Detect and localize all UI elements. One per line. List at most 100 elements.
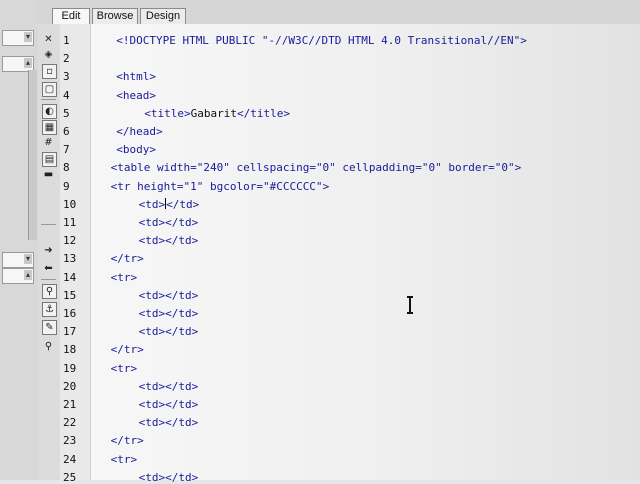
code-token: <td></td> bbox=[138, 398, 199, 411]
code-token: <table bbox=[110, 161, 157, 175]
line-number: 2 bbox=[63, 52, 70, 66]
line-number: 24 bbox=[63, 452, 77, 466]
toolbar-divider bbox=[41, 224, 56, 225]
code-token: Gabarit bbox=[190, 106, 237, 120]
code-line[interactable]: <html> bbox=[116, 70, 156, 83]
arrow-right-icon[interactable]: ➜ bbox=[42, 244, 55, 257]
code-line[interactable]: <tr> bbox=[111, 453, 138, 466]
line-number: 10 bbox=[63, 197, 77, 211]
panel-dropdown-1[interactable]: ▾ bbox=[2, 30, 34, 46]
window-icon[interactable]: ▢ bbox=[42, 82, 57, 97]
code-line[interactable]: <table width="240" cellspacing="0" cellp… bbox=[111, 161, 522, 174]
panel-dropdown-3[interactable]: ▾ bbox=[2, 252, 34, 268]
code-line[interactable]: <td></td> bbox=[138, 197, 199, 211]
code-token: </title> bbox=[236, 106, 290, 120]
code-token: > bbox=[514, 161, 522, 175]
tab-browse[interactable]: Browse bbox=[92, 8, 138, 24]
code-line[interactable]: <td></td> bbox=[139, 471, 199, 484]
arrow-left-icon[interactable]: ⬅ bbox=[42, 262, 55, 275]
line-number: 1 bbox=[63, 34, 70, 47]
code-token: <tr> bbox=[110, 361, 138, 375]
code-token: </head> bbox=[116, 125, 163, 138]
code-token: <head> bbox=[116, 88, 156, 102]
chevron-down-icon: ▾ bbox=[24, 254, 32, 264]
code-token: <body> bbox=[116, 143, 156, 157]
line-number: 11 bbox=[63, 216, 77, 229]
line-number: 13 bbox=[63, 252, 77, 266]
code-token: > bbox=[322, 179, 330, 193]
code-token: <tr> bbox=[110, 452, 138, 466]
code-line[interactable]: </head> bbox=[116, 125, 162, 138]
search-icon[interactable]: ⚲ bbox=[42, 340, 55, 353]
code-line[interactable]: <tr> bbox=[111, 362, 138, 375]
table-icon[interactable]: ▦ bbox=[42, 120, 57, 135]
code-token: "#CCCCCC" bbox=[262, 179, 323, 193]
line-number: 18 bbox=[63, 343, 77, 357]
code-line[interactable]: <!DOCTYPE HTML PUBLIC "-//W3C//DTD HTML … bbox=[116, 34, 527, 47]
code-line[interactable]: <td></td> bbox=[139, 234, 199, 247]
line-number: 7 bbox=[63, 143, 70, 157]
code-token: <td></td> bbox=[138, 216, 199, 229]
code-line[interactable]: <td></td> bbox=[139, 398, 199, 411]
line-number: 21 bbox=[63, 398, 77, 411]
script-icon[interactable]: ✎ bbox=[42, 320, 57, 335]
code-line[interactable]: <td></td> bbox=[139, 416, 199, 429]
image-icon[interactable]: ◐ bbox=[42, 104, 57, 119]
code-token: "0" bbox=[315, 161, 336, 175]
code-editor[interactable]: <!DOCTYPE HTML PUBLIC "-//W3C//DTD HTML … bbox=[91, 24, 640, 484]
code-token: <td> bbox=[138, 197, 166, 211]
line-number: 3 bbox=[63, 70, 70, 84]
line-number: 25 bbox=[63, 470, 77, 484]
code-token: bgcolor= bbox=[203, 179, 263, 193]
file-icon[interactable]: ▤ bbox=[42, 152, 57, 167]
code-line[interactable]: <td></td> bbox=[139, 307, 199, 320]
code-token: width= bbox=[156, 161, 197, 175]
text-cursor-icon bbox=[407, 296, 413, 314]
code-token: <tr> bbox=[110, 270, 138, 284]
code-line[interactable]: </tr> bbox=[111, 252, 144, 265]
tab-edit[interactable]: Edit bbox=[52, 8, 90, 24]
code-line[interactable]: <td></td> bbox=[139, 325, 199, 338]
line-number: 9 bbox=[63, 179, 70, 193]
code-token: cellpadding= bbox=[335, 161, 422, 175]
code-token: <td></td> bbox=[138, 234, 199, 248]
hash-icon[interactable]: # bbox=[42, 136, 55, 149]
code-line[interactable]: <tr height="1" bgcolor="#CCCCCC"> bbox=[111, 180, 330, 193]
line-number: 15 bbox=[63, 288, 77, 302]
code-token: "240" bbox=[196, 161, 230, 175]
tab-design[interactable]: Design bbox=[140, 8, 186, 24]
layout-icon[interactable]: ▬ bbox=[42, 168, 55, 181]
link-icon[interactable]: ⚲ bbox=[42, 284, 57, 299]
code-token: height= bbox=[137, 179, 184, 193]
code-line[interactable]: </tr> bbox=[111, 434, 144, 447]
chevron-down-icon: ▾ bbox=[24, 32, 32, 42]
line-number: 23 bbox=[63, 434, 77, 448]
code-token: cellspacing= bbox=[229, 161, 316, 175]
code-token: "1" bbox=[183, 179, 204, 193]
close-icon[interactable]: ✕ bbox=[42, 33, 55, 46]
tab-bar: Edit Browse Design bbox=[38, 0, 640, 25]
code-line[interactable]: <td></td> bbox=[139, 380, 199, 393]
code-line[interactable]: <body> bbox=[116, 143, 156, 156]
panel-scrollbar[interactable] bbox=[28, 70, 37, 240]
code-line[interactable]: </tr> bbox=[111, 343, 144, 356]
line-number: 19 bbox=[63, 361, 77, 375]
panel-dropdown-4[interactable]: ▴ bbox=[2, 268, 34, 284]
expand-icon[interactable]: ◈ bbox=[42, 48, 55, 61]
line-number: 6 bbox=[63, 125, 70, 138]
code-token: </tr> bbox=[110, 252, 144, 266]
code-line[interactable]: <title>Gabarit</title> bbox=[144, 107, 290, 120]
dialog-icon[interactable]: ▫ bbox=[42, 64, 57, 79]
anchor-icon[interactable]: ⚓ bbox=[42, 302, 57, 317]
toolbar-divider bbox=[41, 279, 56, 280]
code-line[interactable]: <tr> bbox=[111, 271, 138, 284]
code-line[interactable]: <td></td> bbox=[139, 216, 199, 229]
code-token: <td></td> bbox=[138, 379, 199, 393]
code-token: <td></td> bbox=[138, 288, 199, 302]
code-line[interactable]: <td></td> bbox=[139, 289, 199, 302]
code-token: <td></td> bbox=[138, 470, 199, 484]
code-line[interactable]: <head> bbox=[116, 89, 156, 102]
code-token: </tr> bbox=[110, 343, 144, 357]
code-token: <td></td> bbox=[138, 325, 199, 339]
line-number: 22 bbox=[63, 416, 77, 430]
